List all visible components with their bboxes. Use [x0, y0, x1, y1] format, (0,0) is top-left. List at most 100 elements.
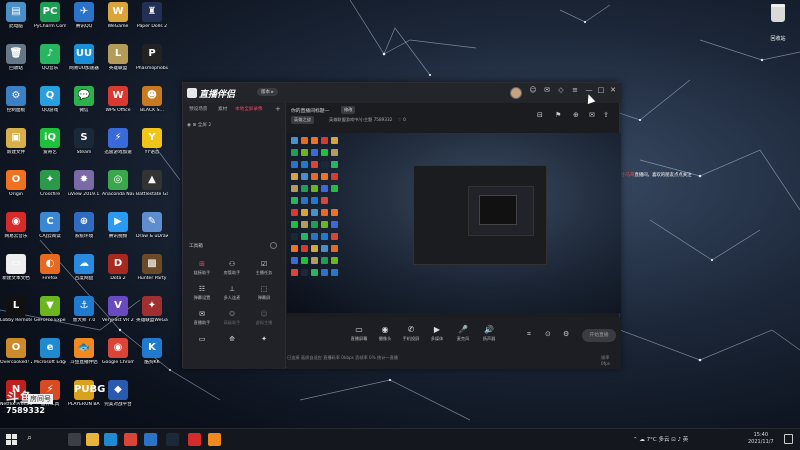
desktop-icon[interactable]: ☻ BLACK S...: [136, 86, 168, 126]
tool-button[interactable]: ✪ 高级助手: [219, 310, 245, 332]
desktop-icon[interactable]: S Steam: [68, 128, 100, 168]
start-button[interactable]: [6, 434, 18, 446]
tool-button[interactable]: ☺ 虚拟主播: [251, 310, 277, 332]
desktop-icon[interactable]: Q QQ游戏: [34, 86, 66, 126]
desktop-icon[interactable]: ⚡ 迅雷游戏加速: [102, 128, 134, 168]
record-icon[interactable]: ⌗: [527, 330, 531, 339]
desktop-icon[interactable]: ◉ Google Chrome: [102, 338, 134, 378]
monitor-icon[interactable]: ⊙: [545, 330, 551, 338]
tool-button[interactable]: ⚇ 房管助手: [219, 260, 245, 282]
room-action-icon[interactable]: ⊕: [573, 111, 579, 119]
settings-icon[interactable]: ⚙: [563, 330, 569, 338]
desktop-icon[interactable]: ✸ uView 2019.1...: [68, 170, 100, 210]
camera-button[interactable]: ◉ 摄像头: [373, 325, 397, 342]
desktop-icon[interactable]: D Dota 2: [102, 254, 134, 294]
desktop-icon[interactable]: ⚓ 鲁大师 7.0: [68, 296, 100, 336]
desktop-icon[interactable]: ▩ Hunter Party: [136, 254, 168, 294]
desktop-icon[interactable]: C CAJ云阅读: [34, 212, 66, 252]
taskbar-netease-music-icon[interactable]: [188, 433, 201, 446]
tool-button[interactable]: ✦: [251, 335, 277, 357]
desktop-icon[interactable]: ▤ 此电脑: [0, 2, 32, 42]
desktop-icon[interactable]: O Origin: [0, 170, 32, 210]
stream-preview[interactable]: [287, 133, 621, 313]
microphone-button[interactable]: 🎤 麦克风: [451, 325, 475, 342]
desktop-icon[interactable]: V VeryFast VR 2020: [102, 296, 134, 336]
desktop-icon[interactable]: ◆ 完美对战平台: [102, 380, 134, 420]
maximize-icon[interactable]: □: [596, 86, 606, 94]
desktop-icon[interactable]: P Phasmophobia: [136, 44, 168, 84]
start-live-button[interactable]: 开始直播: [582, 329, 616, 342]
desktop-icon[interactable]: ▼ GeForce Experience: [34, 296, 66, 336]
desktop-icon[interactable]: ⊕ 系统环境: [68, 212, 100, 252]
tool-button[interactable]: ⟰: [219, 335, 245, 357]
speaker-button[interactable]: 🔊 扬声器: [477, 325, 501, 342]
room-action-icon[interactable]: ⇪: [603, 111, 609, 119]
taskbar-file-explorer-icon[interactable]: [86, 433, 99, 446]
taskbar-qq-icon[interactable]: [144, 433, 157, 446]
room-action-icon[interactable]: ⚑: [555, 111, 561, 119]
screen-capture-button[interactable]: ▭ 直播屏幕: [347, 325, 371, 342]
add-scene-button[interactable]: +: [275, 105, 281, 113]
tab-fullscreen-recording[interactable]: 本地全屏录像: [235, 106, 263, 112]
desktop-icon[interactable]: ◐ Firefox: [34, 254, 66, 294]
recycle-bin-shortcut[interactable]: 回收站: [760, 4, 796, 42]
room-title[interactable]: 你的直播间标题—: [291, 107, 329, 114]
desktop-icon[interactable]: ▶ 腾讯视频: [102, 212, 134, 252]
desktop-icon[interactable]: W WPS Office: [102, 86, 134, 126]
taskbar-steam-icon[interactable]: [166, 433, 179, 446]
version-badge[interactable]: 版本 ▸: [257, 88, 278, 96]
phone-cast-button[interactable]: ✆ 手机投屏: [399, 325, 423, 342]
desktop-icon[interactable]: 🐟 斗鱼直播伴侣: [68, 338, 100, 378]
desktop-icon[interactable]: ◉ 网易云音乐: [0, 212, 32, 252]
edit-title-button[interactable]: 修改: [341, 106, 356, 114]
taskbar-task-view-icon[interactable]: [68, 433, 81, 446]
desktop-icon[interactable]: L 英雄联盟: [102, 44, 134, 84]
tool-button[interactable]: ⊞ 链接助手: [189, 260, 215, 282]
desktop-icon[interactable]: 💬 微信: [68, 86, 100, 126]
desktop-icon[interactable]: K 酷狗KK: [136, 338, 168, 378]
desktop-icon[interactable]: ✎ Draw & uDraw: [136, 212, 168, 252]
taskbar-chrome-icon[interactable]: [124, 433, 137, 446]
tool-button[interactable]: ☷ 弹幕设置: [189, 285, 215, 307]
desktop-icon[interactable]: ▣ 新建文件: [0, 128, 32, 168]
tab-material[interactable]: 素材: [218, 106, 227, 112]
desktop-icon[interactable]: L Lobby Remote: [0, 296, 32, 336]
tool-button[interactable]: ▭: [189, 335, 215, 357]
tool-button[interactable]: ⬚ 弹幕屏: [251, 285, 277, 307]
scene-item[interactable]: ◉ ⊞ 全屏 2: [187, 122, 211, 128]
clock[interactable]: 15:40 2021/11/7: [748, 432, 774, 446]
tab-preset-scene[interactable]: 预设场景: [189, 106, 207, 112]
taskbar-douyu-icon[interactable]: [208, 433, 221, 446]
desktop-icon[interactable]: ♪ QQ音乐: [34, 44, 66, 84]
toolbox-toggle-icon[interactable]: [270, 242, 277, 249]
menu-icon[interactable]: ≡: [570, 86, 580, 94]
taskbar-edge-icon[interactable]: [104, 433, 117, 446]
desktop-icon[interactable]: O Overcooked! 2: [0, 338, 32, 378]
desktop-icon[interactable]: ⚙ 控制面板: [0, 86, 32, 126]
desktop-icon[interactable]: ▭ 新建文本文档: [0, 254, 32, 294]
desktop-icon[interactable]: ♜ Paper Dolls 2: [136, 2, 168, 42]
search-icon[interactable]: ⌕: [27, 433, 32, 443]
system-tray[interactable]: ⌃ ☁ 7°C 多云 ⊡ ♪ 英: [633, 435, 688, 443]
desktop-icon[interactable]: ✈ 腾讯QQ: [68, 2, 100, 42]
desktop-icon[interactable]: ✦ 英雄联盟WeGame版: [136, 296, 168, 336]
desktop-icon[interactable]: PC PyCharm Community...: [34, 2, 66, 42]
room-category[interactable]: 英雄之战: [291, 116, 314, 124]
media-button[interactable]: ▶ 多媒体: [425, 325, 449, 342]
desktop-icon[interactable]: UU 网易UU加速器: [68, 44, 100, 84]
mail-icon[interactable]: ✉: [542, 86, 552, 94]
desktop-icon[interactable]: 🗑 回收站: [0, 44, 32, 84]
desktop-icon[interactable]: W WeGame: [102, 2, 134, 42]
desktop-icon[interactable]: ✦ Crossfire: [34, 170, 66, 210]
close-icon[interactable]: ✕: [608, 86, 618, 94]
room-action-icon[interactable]: ✉: [589, 111, 595, 119]
room-action-icon[interactable]: ⊟: [537, 111, 543, 119]
desktop-icon[interactable]: PUBG PLAYERUN BATTLEGR...: [68, 380, 105, 420]
desktop-icon[interactable]: e Microsoft Edge: [34, 338, 66, 378]
desktop-icon[interactable]: Y YY语音: [136, 128, 168, 168]
notification-icon[interactable]: [784, 434, 793, 444]
tool-button[interactable]: ⊥ 多人连麦: [219, 285, 245, 307]
tool-button[interactable]: ☑ 主播任务: [251, 260, 277, 282]
desktop-icon[interactable]: ◎ Anaconda Navigato...: [102, 170, 134, 210]
skin-icon[interactable]: ☺: [528, 86, 538, 94]
